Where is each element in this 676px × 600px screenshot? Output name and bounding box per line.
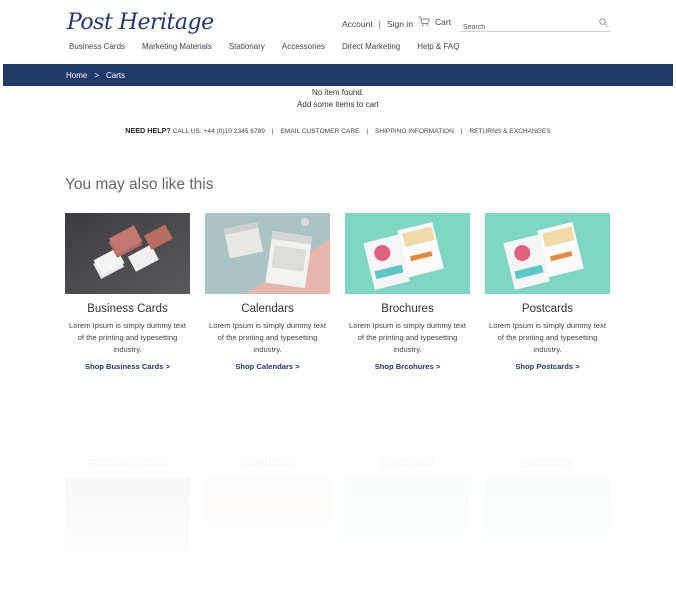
help-bar: NEED HELP? CALL US: +44 (0)10 2345 6789 … xyxy=(0,126,676,135)
product-title: Calendars xyxy=(241,303,294,315)
product-description: Lorem Ipsum is simply dummy text of the … xyxy=(349,321,466,354)
cart-link[interactable]: Cart xyxy=(418,16,451,27)
shop-business-cards-link[interactable]: Shop Business Cards > xyxy=(65,362,190,371)
calendars-image[interactable] xyxy=(205,213,330,294)
customer-care-link[interactable]: EMAIL CUSTOMER CARE xyxy=(280,128,359,135)
search-bar xyxy=(461,16,610,34)
account-links: Account | Sign in xyxy=(342,19,413,29)
need-help-label: NEED HELP? xyxy=(125,126,171,135)
breadcrumb-separator: > xyxy=(94,70,100,80)
account-link[interactable]: Account xyxy=(342,19,373,29)
call-us-text: CALL US: +44 (0)10 2345 6789 xyxy=(172,128,265,135)
product-title: Business Cards xyxy=(87,303,168,315)
shop-calendars-link[interactable]: Shop Calendars > xyxy=(205,362,330,371)
reflection-fade xyxy=(0,388,676,600)
product-title: Brochures xyxy=(381,303,434,315)
product-card-calendars: Calendars Lorem Ipsum is simply dummy te… xyxy=(205,213,330,371)
returns-link[interactable]: RETURNS & EXCHANGES xyxy=(469,128,550,135)
cart-icon xyxy=(418,16,430,27)
product-description: Lorem Ipsum is simply dummy text of the … xyxy=(489,321,606,354)
nav-item-accessories[interactable]: Accessories xyxy=(282,42,325,51)
empty-cart-line2: Add some items to cart xyxy=(297,100,379,109)
product-description: Lorem Ipsum is simply dummy text of the … xyxy=(209,321,326,354)
main-nav: Business Cards Marketing Materials Stati… xyxy=(69,42,477,51)
product-card-brochures: Brochures Lorem Ipsum is simply dummy te… xyxy=(345,213,470,371)
empty-cart-message: No item found. Add some items to cart xyxy=(0,87,676,111)
product-card-postcards: Postcards Lorem Ipsum is simply dummy te… xyxy=(485,213,610,371)
cart-label: Cart xyxy=(435,16,452,27)
nav-item-direct-marketing[interactable]: Direct Marketing xyxy=(342,42,400,51)
business-cards-image[interactable] xyxy=(65,213,190,294)
shop-postcards-link[interactable]: Shop Postcards > xyxy=(485,362,610,371)
section-title: You may also like this xyxy=(65,176,214,193)
product-description: Lorem Ipsum is simply dummy text of the … xyxy=(69,321,186,354)
help-separator: | xyxy=(271,128,274,135)
postcards-image[interactable] xyxy=(485,213,610,294)
brand-logo[interactable]: Post Heritage xyxy=(67,10,214,35)
search-input[interactable] xyxy=(461,21,593,34)
shop-brochures-link[interactable]: Shop Brcohures > xyxy=(345,362,470,371)
breadcrumb: Home > Carts xyxy=(3,64,673,86)
brochures-image[interactable] xyxy=(345,213,470,294)
breadcrumb-current: Carts xyxy=(106,70,126,80)
nav-item-stationary[interactable]: Stationary xyxy=(229,42,265,51)
breadcrumb-home[interactable]: Home xyxy=(66,71,87,80)
nav-item-help-faq[interactable]: Help & FAQ xyxy=(417,42,459,51)
product-title: Postcards xyxy=(521,303,574,315)
help-separator: | xyxy=(366,128,369,135)
product-card-business-cards: Business Cards Lorem Ipsum is simply dum… xyxy=(65,213,190,371)
signin-link[interactable]: Sign in xyxy=(387,19,413,29)
shipping-info-link[interactable]: SHIPPING INFORMATION xyxy=(375,128,454,135)
empty-cart-line1: No item found. xyxy=(311,88,365,97)
link-separator: | xyxy=(378,19,381,29)
search-icon[interactable] xyxy=(599,18,608,27)
help-separator: | xyxy=(460,128,463,135)
nav-item-marketing-materials[interactable]: Marketing Materials xyxy=(142,42,212,51)
nav-item-business-cards[interactable]: Business Cards xyxy=(69,42,125,51)
